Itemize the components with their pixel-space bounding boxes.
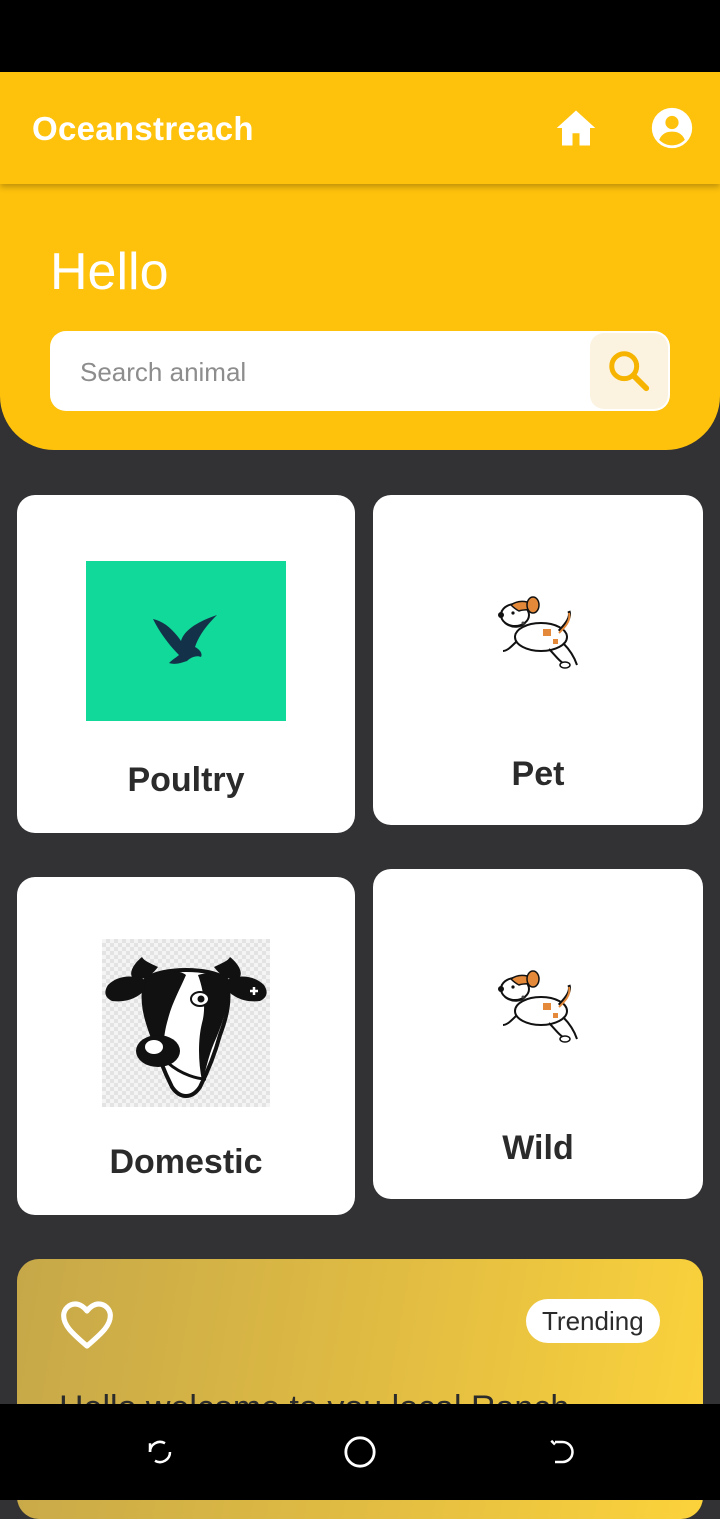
- category-card-wild[interactable]: Wild: [373, 869, 703, 1199]
- account-button[interactable]: [646, 102, 698, 154]
- category-label-domestic: Domestic: [109, 1143, 263, 1181]
- cow-image: [102, 939, 270, 1107]
- search-input[interactable]: [50, 331, 602, 413]
- dog-image: [498, 970, 578, 1043]
- recent-apps-button[interactable]: [140, 1432, 180, 1472]
- search-button[interactable]: [590, 333, 668, 409]
- recent-apps-icon: [148, 1440, 172, 1464]
- heart-outline-icon[interactable]: [59, 1297, 115, 1353]
- home-circle-icon: [344, 1436, 376, 1468]
- home-button[interactable]: [550, 102, 602, 154]
- app-bar: Oceanstreach: [0, 72, 720, 184]
- app-title: Oceanstreach: [32, 110, 254, 147]
- cow-icon: [105, 957, 267, 1098]
- home-nav-button[interactable]: [340, 1432, 380, 1472]
- category-label-poultry: Poultry: [127, 761, 245, 799]
- dog-image: [498, 596, 578, 669]
- search-icon: [609, 351, 650, 392]
- bird-image: [86, 561, 286, 721]
- system-nav-bar: [0, 1404, 720, 1500]
- status-bar: [0, 0, 720, 72]
- category-label-pet: Pet: [511, 755, 565, 793]
- account-circle-icon: [651, 107, 693, 149]
- category-label-wild: Wild: [502, 1129, 574, 1167]
- category-card-domestic[interactable]: Domestic: [17, 877, 355, 1215]
- trending-badge: Trending: [526, 1299, 660, 1343]
- greeting: Hello: [50, 243, 169, 301]
- bird-icon: [153, 615, 217, 664]
- category-card-pet[interactable]: Pet: [373, 495, 703, 825]
- back-button[interactable]: [540, 1432, 580, 1472]
- hero-panel: Hello: [0, 184, 720, 450]
- back-icon: [550, 1439, 574, 1464]
- category-card-poultry[interactable]: Poultry: [17, 495, 355, 833]
- search-box: [50, 331, 670, 413]
- home-icon: [556, 110, 596, 146]
